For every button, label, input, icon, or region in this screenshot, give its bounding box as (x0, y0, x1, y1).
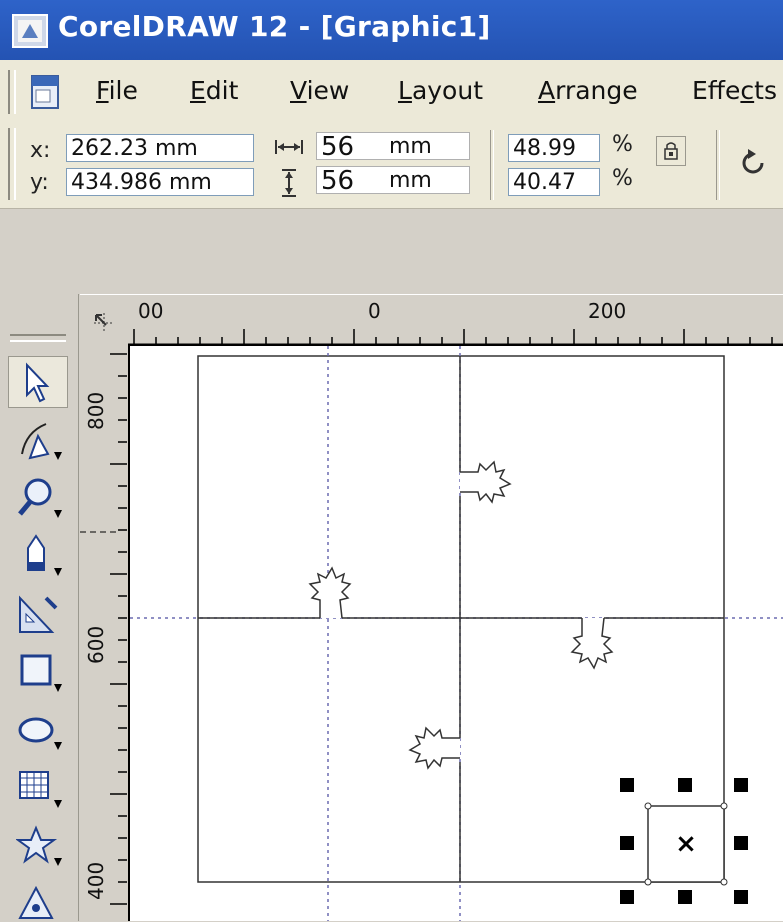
ruler-label-600: 600 (84, 625, 108, 664)
scale-y-percent: % (612, 166, 633, 191)
puzzle-tab-top-right[interactable] (460, 460, 512, 504)
menubar-grip[interactable] (8, 70, 16, 114)
document-icon[interactable] (30, 74, 62, 110)
menu-effects[interactable]: Effects (692, 76, 777, 105)
rotate-icon[interactable] (736, 146, 770, 180)
pick-tool[interactable] (8, 356, 68, 408)
coreldraw-app-icon (12, 14, 48, 48)
selection-center-marker: × (675, 829, 697, 859)
y-label: y: (30, 170, 49, 195)
star-tool[interactable] (8, 820, 68, 872)
star-icon (16, 825, 62, 866)
puzzle-tab-right[interactable] (570, 617, 614, 670)
ruler-label-800: 800 (84, 391, 108, 430)
ellipse-tool[interactable] (8, 704, 68, 756)
propbar-grip[interactable] (8, 128, 16, 200)
drawing-canvas[interactable]: × (128, 344, 783, 921)
ruler-label-0: 0 (368, 299, 381, 323)
grid-table-icon (19, 771, 62, 808)
drawing-area: × (130, 346, 783, 921)
vertical-ruler[interactable]: 800 600 400 (80, 344, 128, 921)
height-value: 56 (321, 166, 355, 194)
window-title: CorelDRAW 12 - [Graphic1] (58, 10, 491, 43)
toolbar-separator (490, 130, 494, 200)
rectangle-icon (20, 654, 62, 692)
freehand-tool[interactable] (8, 530, 68, 582)
height-icon (282, 169, 296, 197)
lock-icon (664, 142, 678, 160)
magnifier-icon (18, 478, 62, 518)
puzzle-tab-left[interactable] (308, 566, 352, 619)
toolbox (0, 294, 79, 921)
ruler-label-400: 400 (84, 861, 108, 900)
pen-nib-icon (27, 534, 62, 576)
menu-view[interactable]: View (290, 76, 349, 105)
triangle-shape-icon (18, 885, 54, 919)
selected-square[interactable]: × (620, 778, 748, 904)
rectangle-tool[interactable] (8, 646, 68, 698)
menu-file[interactable]: File (96, 76, 138, 105)
menu-bar: File Edit View Layout Arrange Effects (0, 60, 783, 125)
scale-x-field[interactable]: 48.99 (508, 134, 600, 162)
puzzle-cut-lines (198, 356, 724, 882)
width-icon (275, 140, 303, 154)
height-unit: mm (389, 168, 432, 193)
smart-fill-tool[interactable] (8, 588, 68, 640)
height-field[interactable]: 56 mm (316, 166, 470, 194)
workspace-gap (0, 209, 783, 294)
toolbox-grip[interactable] (10, 334, 66, 342)
set-square-icon (19, 595, 58, 633)
menu-edit[interactable]: Edit (190, 76, 238, 105)
x-label: x: (30, 138, 51, 163)
y-position-field[interactable]: 434.986 mm (66, 168, 254, 196)
lock-ratio-button[interactable] (656, 136, 686, 166)
zoom-tool[interactable] (8, 472, 68, 524)
x-position-field[interactable]: 262.23 mm (66, 134, 254, 162)
arrow-pointer-icon (26, 362, 50, 403)
shape-tool[interactable] (8, 414, 68, 466)
width-field[interactable]: 56 mm (316, 132, 470, 160)
ruler-label-200: 200 (588, 299, 627, 323)
menu-layout[interactable]: Layout (398, 76, 483, 105)
shape-node-icon (21, 423, 62, 460)
horizontal-ruler-ticks (128, 329, 783, 345)
horizontal-ruler[interactable]: 00 0 200 (80, 294, 783, 345)
scale-x-percent: % (612, 132, 633, 157)
scale-y-field[interactable]: 40.47 (508, 168, 600, 196)
ruler-label-00: 00 (138, 299, 164, 323)
property-bar: x: 262.23 mm y: 434.986 mm 56 mm 56 mm 4… (0, 124, 783, 209)
toolbar-separator-2 (716, 130, 720, 200)
width-unit: mm (389, 134, 432, 159)
puzzle-tab-bottom[interactable] (408, 726, 460, 770)
graph-paper-tool[interactable] (8, 762, 68, 814)
page-border (197, 355, 725, 883)
width-value: 56 (321, 132, 355, 160)
basic-shapes-tool[interactable] (8, 878, 68, 921)
ruler-origin-icon[interactable] (90, 309, 118, 337)
menu-arrange[interactable]: Arrange (538, 76, 638, 105)
title-bar[interactable]: CorelDRAW 12 - [Graphic1] (0, 0, 783, 60)
ellipse-icon (18, 717, 62, 750)
